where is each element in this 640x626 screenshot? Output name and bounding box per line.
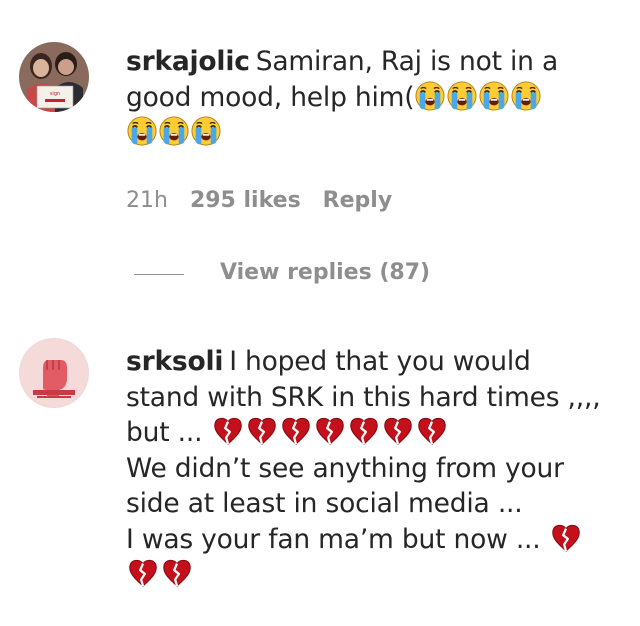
broken-heart-icon <box>550 523 582 553</box>
crying-face-icon <box>127 116 157 146</box>
comment-body-line: Samiran, Raj is not in a <box>255 46 559 77</box>
reply-button[interactable]: Reply <box>323 188 393 213</box>
avatar-photo-icon: sign <box>19 42 89 112</box>
crying-face-icon <box>511 81 541 111</box>
avatar[interactable]: sign <box>19 42 89 112</box>
view-replies-label[interactable]: View replies (87) <box>220 260 430 285</box>
comment-body-line: but ... <box>126 417 203 448</box>
comment-body-line: stand with SRK in this hard times ,,,, <box>126 381 601 413</box>
crying-face-icon <box>447 81 477 111</box>
like-count[interactable]: 295 likes <box>190 188 301 213</box>
crying-face-icon <box>159 116 189 146</box>
broken-heart-icon <box>382 416 414 446</box>
comment-text: srksoli I hoped that you would stand with… <box>126 344 606 593</box>
broken-heart-icon <box>161 558 193 588</box>
broken-heart-icon <box>127 558 159 588</box>
comment-body-line: I hoped that you would <box>229 346 531 377</box>
comment-body-line: I was your fan ma’m but now ... <box>126 523 541 555</box>
broken-heart-icon <box>246 416 278 446</box>
comment-username[interactable]: srkajolic <box>126 46 250 77</box>
comment-body-line: We didn’t see anything from your <box>126 452 564 484</box>
broken-heart-icon <box>416 416 448 446</box>
comment-1: sign srkajolic Samiran, Raj is not in a g… <box>0 0 640 240</box>
comments-screen: sign srkajolic Samiran, Raj is not in a g… <box>0 0 640 626</box>
comment-body-line: side at least in social media ... <box>126 488 523 519</box>
broken-heart-icon <box>348 416 380 446</box>
comment-time[interactable]: 21h <box>126 188 168 213</box>
comment-text: srkajolic Samiran, Raj is not in a good m… <box>126 44 596 151</box>
crying-face-icon <box>415 81 445 111</box>
comment-username[interactable]: srksoli <box>126 346 223 377</box>
crying-face-icon <box>479 81 509 111</box>
view-replies-divider <box>134 274 184 275</box>
avatar-fist-logo-icon <box>19 338 89 408</box>
avatar-sign: sign <box>50 91 60 97</box>
crying-face-icon <box>191 116 221 146</box>
comment-2: srksoli I hoped that you would stand with… <box>0 330 640 626</box>
broken-heart-icon <box>314 416 346 446</box>
comment-meta: 21h 295 likes Reply <box>126 188 414 213</box>
broken-heart-icon <box>212 416 244 446</box>
broken-heart-icon <box>280 416 312 446</box>
avatar[interactable] <box>19 338 89 408</box>
comment-body-line: good mood, help him( <box>126 81 415 113</box>
